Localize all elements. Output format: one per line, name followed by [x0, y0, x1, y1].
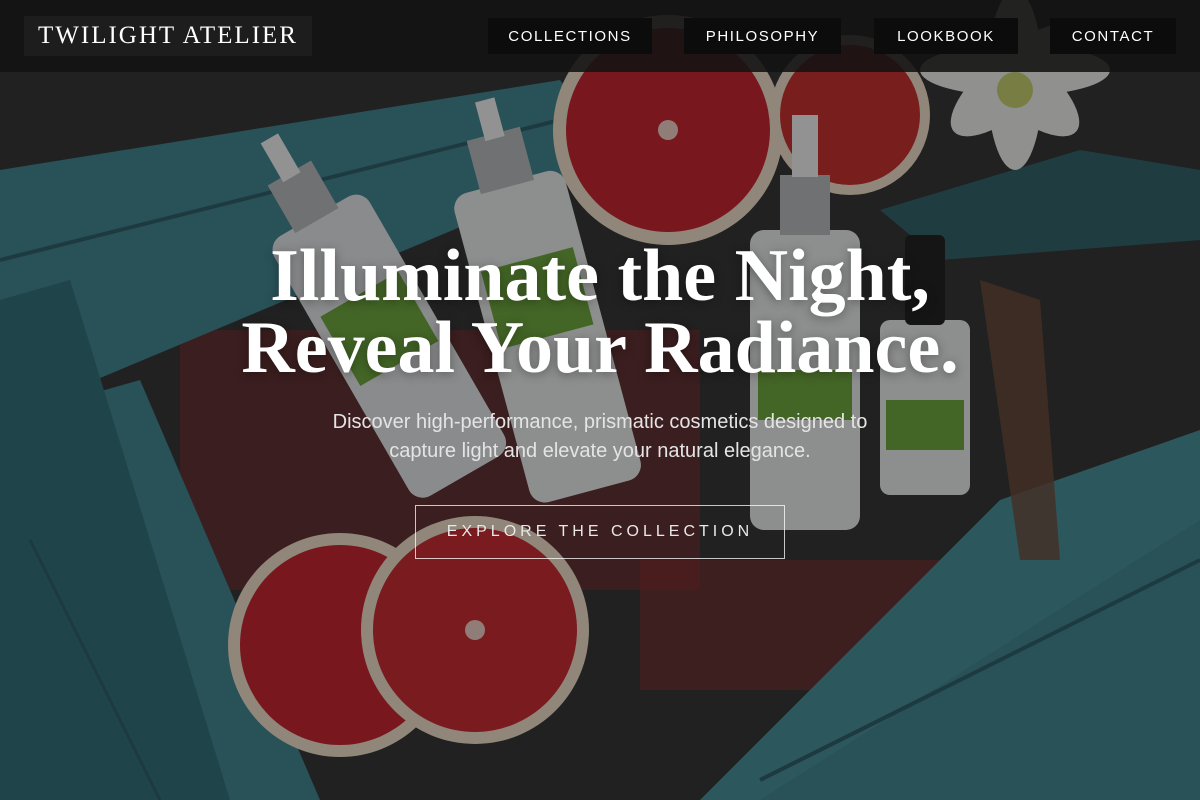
- hero-subtitle: Discover high-performance, prismatic cos…: [260, 408, 940, 466]
- hero-title: Illuminate the Night, Reveal Your Radian…: [100, 235, 1100, 389]
- hero-background-image: [0, 0, 1200, 800]
- nav-philosophy[interactable]: PHILOSOPHY: [684, 18, 841, 54]
- hero-title-line-2: Reveal Your Radiance.: [241, 307, 959, 389]
- nav-lookbook[interactable]: LOOKBOOK: [874, 18, 1018, 54]
- nav-collections[interactable]: COLLECTIONS: [488, 18, 652, 54]
- site-header: TWILIGHT ATELIER COLLECTIONS PHILOSOPHY …: [0, 0, 1200, 72]
- hero-subtitle-line-2: capture light and elevate your natural e…: [389, 440, 811, 462]
- hero-subtitle-line-1: Discover high-performance, prismatic cos…: [332, 411, 868, 433]
- brand-logo[interactable]: TWILIGHT ATELIER: [24, 16, 312, 56]
- explore-collection-button[interactable]: EXPLORE THE COLLECTION: [415, 505, 785, 559]
- hero-title-line-1: Illuminate the Night,: [270, 235, 930, 317]
- hero-dark-overlay: [0, 0, 1200, 800]
- nav-contact[interactable]: CONTACT: [1050, 18, 1176, 54]
